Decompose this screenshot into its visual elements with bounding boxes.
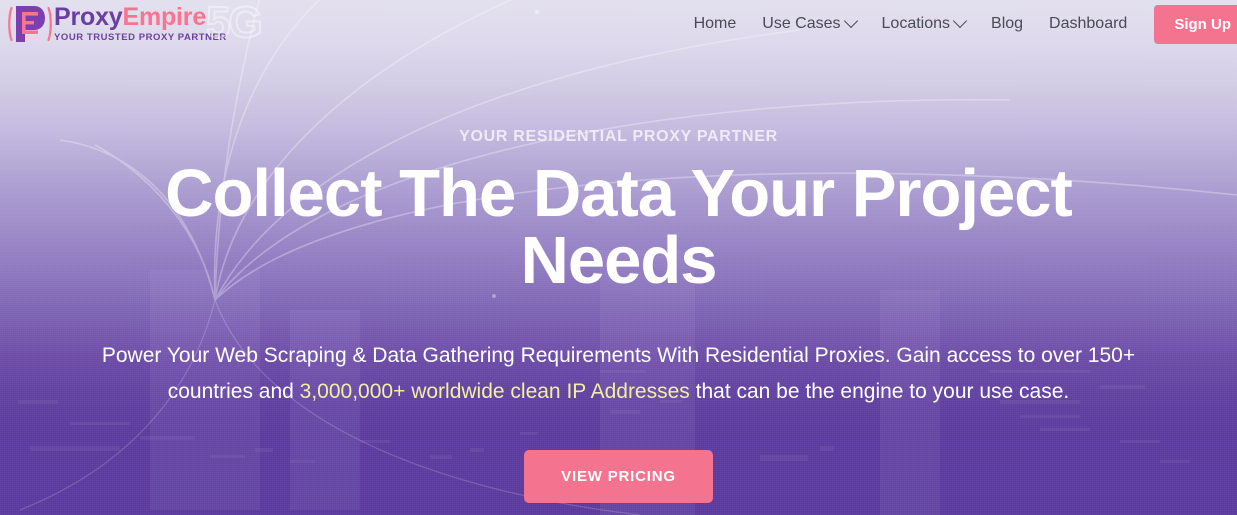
hero-cta-wrapper: VIEW PRICING <box>0 450 1237 503</box>
nav-item-blog-label: Blog <box>991 15 1024 32</box>
nav-item-locations-label: Locations <box>881 15 951 32</box>
view-pricing-button[interactable]: VIEW PRICING <box>524 450 713 503</box>
nav-item-dashboard-label: Dashboard <box>1049 15 1128 32</box>
brand-word-proxy: Proxy <box>54 3 123 32</box>
brand-tagline: YOUR TRUSTED PROXY PARTNER <box>54 32 227 44</box>
proxyempire-pe-monogram-icon <box>8 6 52 42</box>
main-navigation: Home Use Cases Locations Blog Dashboard … <box>681 0 1237 48</box>
brand-word-empire: Empire <box>122 3 207 32</box>
hero-page: ProxyEmpire YOUR TRUSTED PROXY PARTNER 5… <box>0 0 1237 515</box>
hero-subtitle-highlight: 3,000,000+ worldwide clean IP Addresses <box>299 380 690 404</box>
nav-item-home-label: Home <box>693 15 737 32</box>
hero-subtitle: Power Your Web Scraping & Data Gathering… <box>59 338 1179 410</box>
site-header: ProxyEmpire YOUR TRUSTED PROXY PARTNER 5… <box>0 0 1237 48</box>
hero-eyebrow: YOUR RESIDENTIAL PROXY PARTNER <box>459 128 778 145</box>
nav-item-locations[interactable]: Locations <box>869 13 979 33</box>
chevron-down-icon <box>843 13 858 29</box>
nav-item-dashboard[interactable]: Dashboard <box>1036 15 1140 33</box>
chevron-down-icon <box>952 13 968 29</box>
nav-item-home[interactable]: Home <box>681 15 750 33</box>
hero-subtitle-after: that can be the engine to your use case. <box>689 380 1070 404</box>
nav-item-use-cases-label: Use Cases <box>762 15 841 32</box>
brand-wordmark: ProxyEmpire <box>54 5 227 30</box>
nav-item-use-cases[interactable]: Use Cases <box>749 13 868 33</box>
hero-section: YOUR RESIDENTIAL PROXY PARTNER Collect T… <box>0 0 1237 515</box>
hero-headline: Collect The Data Your Project Needs <box>165 156 1073 298</box>
sign-up-button[interactable]: Sign Up <box>1154 4 1237 44</box>
brand-logo-link[interactable]: ProxyEmpire YOUR TRUSTED PROXY PARTNER 5… <box>8 0 264 46</box>
nav-item-blog[interactable]: Blog <box>978 15 1036 33</box>
